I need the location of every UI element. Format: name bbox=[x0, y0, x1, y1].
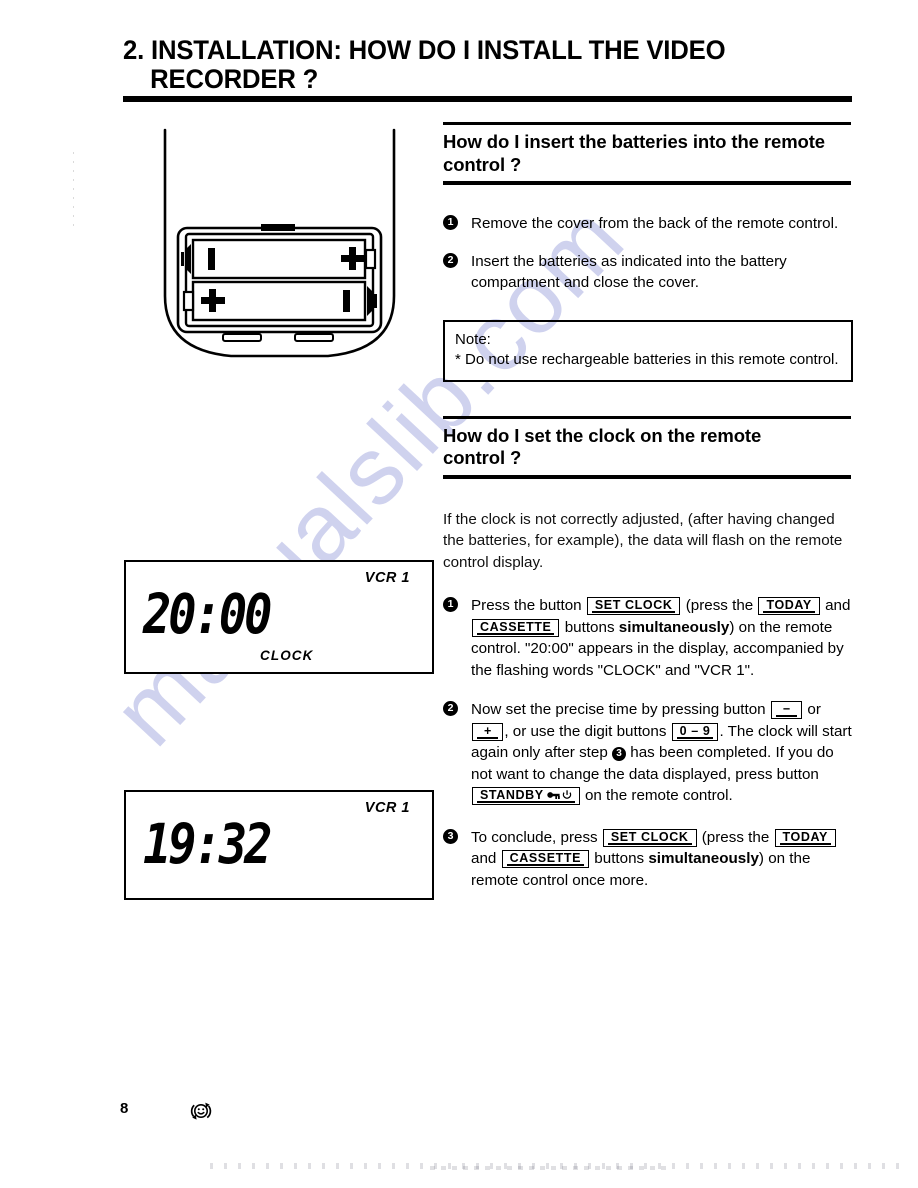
step-text-emphasis: simultaneously bbox=[618, 618, 730, 636]
step-text-fragment: buttons bbox=[564, 618, 615, 636]
smiley-refresh-icon bbox=[188, 1098, 214, 1129]
section-title-line-2: control ? bbox=[443, 447, 522, 468]
step-text: Insert the batteries as indicated into t… bbox=[471, 252, 787, 292]
section-rule-top bbox=[443, 415, 851, 419]
step-text-fragment: Now set the precise time by pressing but… bbox=[471, 701, 766, 718]
step-number: 2 bbox=[443, 252, 458, 268]
section-title: How do I set the clock on the remote con… bbox=[443, 425, 853, 470]
keycap-cassette[interactable]: CASSETTE bbox=[501, 850, 590, 868]
keycap-minus[interactable]: − bbox=[770, 701, 803, 719]
step-text: Remove the cover from the back of the re… bbox=[471, 215, 839, 232]
inline-step-reference: 3 bbox=[612, 747, 627, 761]
power-icon bbox=[562, 790, 571, 799]
page-number: 8 bbox=[120, 1100, 129, 1117]
keycap-set-clock[interactable]: SET CLOCK bbox=[602, 828, 697, 847]
scan-artifact-bottom-secondary bbox=[430, 1166, 670, 1170]
lcd-display-clock-1932: VCR 1 19:32 bbox=[124, 790, 434, 900]
page-footer: 8 bbox=[120, 1098, 320, 1128]
keycap-today[interactable]: TODAY bbox=[774, 828, 836, 847]
note-title: Note: bbox=[455, 330, 491, 348]
keycap-plus[interactable]: + bbox=[472, 722, 504, 741]
lcd-display-clock-2000: VCR 1 20:00 CLOCK bbox=[124, 560, 434, 674]
step-item: 1 Press the button SET CLOCK (press the T… bbox=[443, 595, 853, 681]
step-item: 1 Remove the cover from the back of the … bbox=[443, 213, 853, 235]
section-rule-bottom bbox=[443, 181, 851, 185]
lcd-time-value: 20:00 bbox=[143, 582, 272, 648]
section-set-clock: How do I set the clock on the remote con… bbox=[443, 415, 853, 892]
step-text-fragment: (press the bbox=[685, 597, 754, 614]
step-text-fragment: To conclude, press bbox=[471, 828, 598, 846]
note-box: Note: * Do not use rechargeable batterie… bbox=[443, 319, 853, 382]
keycap-cassette[interactable]: CASSETTE bbox=[472, 618, 560, 637]
section-intro-paragraph: If the clock is not correctly adjusted, … bbox=[443, 510, 843, 571]
step-text-fragment: buttons bbox=[594, 850, 645, 867]
section-title-line-1: How do I insert the batteries into the r… bbox=[443, 131, 825, 152]
section-rule-bottom bbox=[443, 474, 851, 479]
section-insert-batteries: How do I insert the batteries into the r… bbox=[443, 122, 853, 382]
step-text-fragment: (press the bbox=[701, 828, 770, 846]
keycap-today[interactable]: TODAY bbox=[758, 597, 820, 615]
step-number: 1 bbox=[443, 215, 458, 230]
chapter-heading-line-2: RECORDER ? bbox=[150, 64, 319, 94]
lcd-mode-label: CLOCK bbox=[260, 648, 314, 663]
section-title: How do I insert the batteries into the r… bbox=[443, 131, 853, 176]
section-title-line-2: control ? bbox=[443, 153, 522, 175]
lcd-vcr-label: VCR 1 bbox=[364, 800, 410, 816]
manual-page: manualslib.com 2. INSTALLATION: HOW DO I… bbox=[0, 0, 918, 1188]
step-text-fragment: on the remote control. bbox=[584, 787, 733, 804]
step-text-fragment: and bbox=[825, 597, 851, 614]
step-number: 2 bbox=[443, 701, 458, 716]
step-item: 2 Insert the batteries as indicated into… bbox=[443, 251, 853, 294]
right-column: How do I insert the batteries into the r… bbox=[443, 122, 853, 891]
section-rule-top bbox=[443, 122, 851, 125]
step-text-fragment: has been completed. bbox=[630, 744, 772, 761]
step-text-emphasis: simultaneously bbox=[648, 850, 759, 867]
chapter-heading: 2. INSTALLATION: HOW DO I INSTALL THE VI… bbox=[123, 36, 853, 94]
section-title-line-1: How do I set the clock on the remote bbox=[443, 424, 762, 446]
step-text-fragment: and bbox=[471, 850, 497, 867]
step-item: 2 Now set the precise time by pressing bu… bbox=[443, 699, 853, 807]
key-icon bbox=[547, 792, 560, 799]
step-number: 3 bbox=[443, 828, 458, 844]
step-text-fragment: or bbox=[807, 701, 821, 718]
scan-artifact-left-margin bbox=[73, 152, 74, 230]
chapter-heading-rule bbox=[123, 96, 852, 102]
note-item: * Do not use rechargeable batteries in t… bbox=[455, 350, 839, 368]
step-text-fragment: , or use the digit buttons bbox=[504, 722, 667, 740]
keycap-standby-label: STANDBY bbox=[480, 788, 544, 802]
lcd-vcr-label: VCR 1 bbox=[364, 570, 410, 586]
step-item: 3 To conclude, press SET CLOCK (press the… bbox=[443, 827, 853, 892]
chapter-heading-line-1: 2. INSTALLATION: HOW DO I INSTALL THE VI… bbox=[123, 35, 726, 65]
step-text-fragment: Press the button bbox=[471, 597, 582, 614]
keycap-digits-0-9[interactable]: 0 – 9 bbox=[671, 722, 719, 741]
lcd-time-value: 19:32 bbox=[143, 812, 272, 878]
keycap-set-clock[interactable]: SET CLOCK bbox=[586, 597, 681, 615]
step-number: 1 bbox=[443, 597, 458, 612]
keycap-standby[interactable]: STANDBY bbox=[472, 787, 580, 805]
remote-control-figure bbox=[123, 128, 433, 378]
remote-control-drawing bbox=[163, 128, 396, 358]
